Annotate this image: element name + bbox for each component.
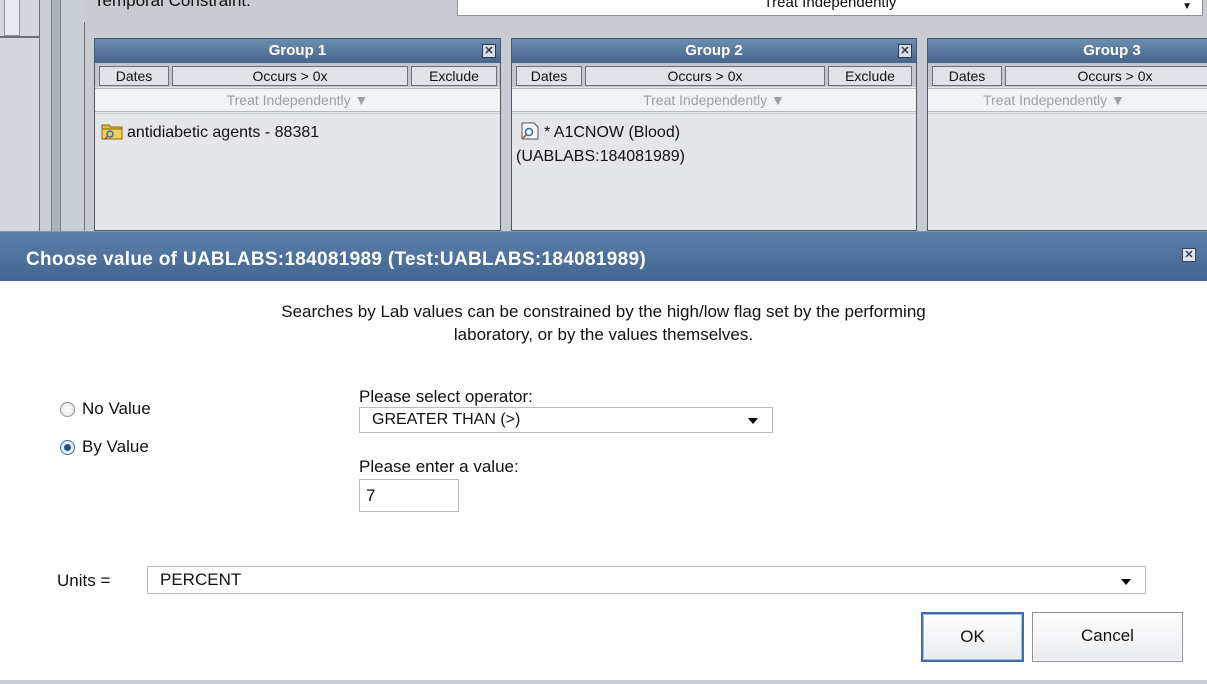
lab-leaf-icon [520, 122, 540, 146]
operator-value: GREATER THAN (>) [372, 411, 521, 428]
group-drop-area[interactable]: antidiabetic agents - 88381 [95, 113, 500, 230]
exclude-button[interactable]: Exclude [411, 66, 497, 86]
chevron-down-icon: ▼ [1182, 1, 1192, 12]
temporal-constraint-row: Temporal Constraint: Treat Independently… [84, 0, 1207, 22]
dialog-title: Choose value of UABLABS:184081989 (Test:… [26, 249, 646, 270]
group-panel-2: Group 2 ✕ Dates Occurs > 0x Exclude Trea… [511, 38, 917, 231]
concept-item[interactable]: antidiabetic agents - 88381 [101, 122, 319, 146]
value-input[interactable]: 7 [359, 479, 459, 512]
by-value-radio[interactable]: By Value [60, 437, 149, 457]
treat-independently-select[interactable]: Treat Independently ▼ [95, 88, 500, 112]
left-panel-strip [0, 0, 40, 231]
by-value-label: By Value [82, 437, 149, 456]
close-icon[interactable]: ✕ [1182, 248, 1196, 262]
instruction-line: Searches by Lab values can be constraine… [281, 302, 926, 321]
group-header: Group 1 ✕ [95, 39, 500, 63]
divider [52, 0, 60, 231]
cancel-button[interactable]: Cancel [1032, 612, 1183, 662]
occurs-button[interactable]: Occurs > 0x [585, 66, 825, 86]
temporal-constraint-select[interactable]: Treat Independently ▼ [457, 0, 1203, 16]
concept-code: (UABLABS:184081989) [516, 148, 685, 165]
dates-button[interactable]: Dates [99, 66, 169, 86]
no-value-radio[interactable]: No Value [60, 399, 151, 419]
temporal-constraint-value: Treat Independently [763, 0, 897, 11]
group-panel-1: Group 1 ✕ Dates Occurs > 0x Exclude Trea… [94, 38, 501, 231]
concept-item[interactable]: * A1CNOW (Blood) (UABLABS:184081989) [516, 122, 685, 167]
operator-select[interactable]: GREATER THAN (>) [359, 407, 773, 433]
splitter-handle[interactable] [4, 0, 20, 36]
folder-icon [101, 122, 123, 146]
units-value: PERCENT [160, 570, 242, 589]
close-icon[interactable]: ✕ [898, 44, 912, 58]
units-select[interactable]: PERCENT [147, 566, 1146, 594]
group-toolbar: Dates Occurs > 0x Exclude [512, 63, 916, 87]
group-drop-area[interactable] [928, 113, 1207, 230]
value-label: Please enter a value: [359, 457, 519, 476]
panel-splitter[interactable] [60, 0, 84, 231]
occurs-button[interactable]: Occurs > 0x [1005, 66, 1207, 86]
ok-button[interactable]: OK [921, 612, 1024, 662]
choose-value-dialog: Choose value of UABLABS:184081989 (Test:… [0, 231, 1207, 684]
group-header: Group 3 [928, 39, 1207, 63]
chevron-down-icon [748, 418, 758, 424]
group-drop-area[interactable]: * A1CNOW (Blood) (UABLABS:184081989) [512, 113, 916, 230]
instruction-line: laboratory, or by the values themselves. [453, 325, 754, 344]
concept-label: antidiabetic agents - 88381 [127, 124, 320, 141]
group-toolbar: Dates Occurs > 0x [928, 63, 1207, 87]
units-label: Units = [57, 571, 111, 590]
group-title: Group 3 [1083, 42, 1141, 59]
dates-button[interactable]: Dates [932, 66, 1002, 86]
temporal-constraint-label: Temporal Constraint: [94, 0, 251, 10]
radio-checked-icon[interactable] [60, 439, 75, 455]
no-value-label: No Value [82, 399, 151, 418]
concept-label: * A1CNOW (Blood) [544, 124, 681, 141]
close-icon[interactable]: ✕ [482, 44, 496, 58]
chevron-down-icon [1121, 579, 1131, 585]
group-toolbar: Dates Occurs > 0x Exclude [95, 63, 500, 87]
radio-unchecked-icon[interactable] [60, 401, 75, 417]
divider [0, 36, 40, 38]
exclude-button[interactable]: Exclude [828, 66, 912, 86]
dates-button[interactable]: Dates [516, 66, 582, 86]
treat-independently-select[interactable]: Treat Independently ▼ [928, 88, 1207, 112]
group-title: Group 2 [685, 42, 743, 59]
group-header: Group 2 ✕ [512, 39, 916, 63]
operator-label: Please select operator: [359, 387, 533, 406]
dialog-title-bar[interactable]: Choose value of UABLABS:184081989 (Test:… [0, 232, 1207, 281]
dialog-bottom-border [0, 680, 1207, 684]
dialog-instructions: Searches by Lab values can be constraine… [0, 300, 1207, 346]
treat-independently-select[interactable]: Treat Independently ▼ [512, 88, 916, 112]
occurs-button[interactable]: Occurs > 0x [172, 66, 408, 86]
panel-splitter[interactable] [40, 0, 52, 231]
group-title: Group 1 [268, 42, 327, 59]
group-panel-3: Group 3 Dates Occurs > 0x Treat Independ… [927, 38, 1207, 231]
